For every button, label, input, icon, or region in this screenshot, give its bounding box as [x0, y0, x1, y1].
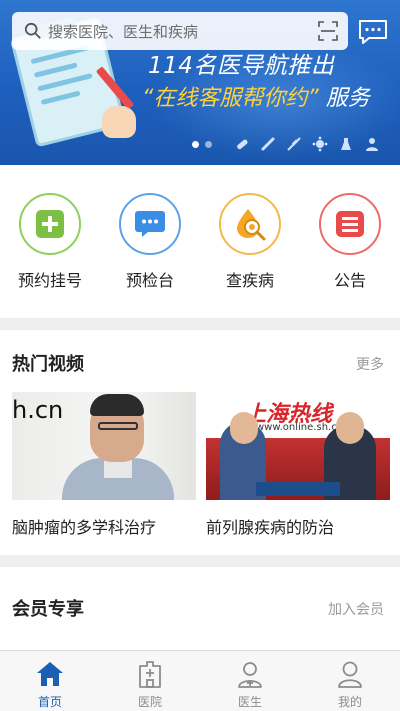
quick-action-appointment[interactable]: 预约挂号	[10, 193, 90, 291]
person-head	[336, 412, 364, 444]
carousel-indicator	[192, 141, 212, 148]
join-member-link[interactable]: 加入会员	[328, 599, 384, 619]
thermometer-icon	[261, 137, 275, 151]
hot-videos-section: 热门视频 更多 h.cn 脑肿瘤的多学科治疗 上海热线 www.online.s…	[0, 330, 400, 555]
hospital-icon	[139, 661, 161, 688]
flask-icon	[341, 138, 351, 150]
search-icon	[24, 22, 41, 39]
banner-subtitle-highlight: “在线客服帮你约”	[142, 86, 319, 111]
quick-action-label: 预约挂号	[17, 271, 82, 290]
virus-icon	[312, 136, 328, 152]
video-title[interactable]: 脑肿瘤的多学科治疗	[12, 514, 156, 538]
home-icon	[37, 662, 63, 686]
person-head	[230, 412, 258, 444]
banner-decor-icons	[234, 136, 380, 152]
message-icon[interactable]	[357, 18, 389, 46]
bottom-tab-bar: 首页 医院 医生 我的	[0, 650, 400, 711]
hot-videos-title: 热门视频	[12, 354, 84, 375]
quick-action-triage[interactable]: 预检台	[110, 193, 190, 291]
person-glasses	[98, 422, 138, 430]
studio-table	[256, 482, 340, 496]
person-icon	[366, 138, 378, 151]
tab-label: 医生	[237, 695, 262, 709]
tab-home[interactable]: 首页	[0, 651, 100, 711]
quick-action-label: 查疾病	[225, 271, 274, 290]
plus-icon	[36, 210, 64, 238]
chat-icon	[135, 211, 165, 237]
promo-banner[interactable]: 114名医导航推出 “在线客服帮你约” 服务 搜索医院、医生和疾病	[0, 0, 400, 165]
quick-actions: 预约挂号 预检台 查疾病 公告	[0, 165, 400, 318]
tab-label: 医院	[137, 695, 162, 709]
clipboard-line	[33, 62, 78, 78]
quick-action-disease[interactable]: 查疾病	[210, 193, 290, 291]
video-title[interactable]: 前列腺疾病的防治	[206, 514, 334, 538]
search-placeholder: 搜索医院、医生和疾病	[48, 22, 199, 41]
banner-subtitle: “在线客服帮你约” 服务	[142, 80, 370, 112]
syringe-icon	[287, 137, 301, 151]
video-thumbnail[interactable]: h.cn	[12, 392, 196, 500]
quick-action-notice[interactable]: 公告	[310, 193, 390, 291]
hand-illustration	[102, 106, 136, 138]
thumbnail-logo-text: h.cn	[12, 396, 64, 424]
members-title: 会员专享	[12, 599, 84, 620]
person-hair	[90, 394, 144, 416]
video-thumbnail[interactable]: 上海热线 www.online.sh.cn	[206, 392, 390, 500]
appointment-circle	[19, 193, 81, 255]
user-icon	[338, 661, 362, 688]
scan-icon[interactable]	[318, 21, 338, 41]
clipboard-line	[37, 73, 93, 92]
banner-subtitle-rest: 服务	[325, 86, 370, 111]
tab-hospital[interactable]: 医院	[100, 651, 200, 711]
quick-action-label: 预检台	[125, 271, 174, 290]
tab-label: 我的	[337, 695, 362, 709]
doctor-icon	[238, 662, 262, 688]
pill-icon	[237, 139, 248, 150]
clipboard-line	[40, 90, 81, 106]
disease-circle	[219, 193, 281, 255]
search-bar[interactable]: 搜索医院、医生和疾病	[12, 12, 348, 50]
quick-action-label: 公告	[333, 271, 366, 290]
list-icon	[336, 211, 364, 237]
hot-videos-more-link[interactable]: 更多	[356, 354, 384, 374]
tab-doctor[interactable]: 医生	[200, 651, 300, 711]
triage-circle	[119, 193, 181, 255]
tab-profile[interactable]: 我的	[300, 651, 400, 711]
carousel-dot	[205, 141, 212, 148]
members-section: 会员专享 加入会员	[0, 567, 400, 653]
virus-search-icon	[237, 209, 266, 241]
carousel-dot	[192, 141, 199, 148]
banner-title: 114名医导航推出	[148, 53, 335, 79]
tab-label: 首页	[37, 695, 62, 709]
notice-circle	[319, 193, 381, 255]
